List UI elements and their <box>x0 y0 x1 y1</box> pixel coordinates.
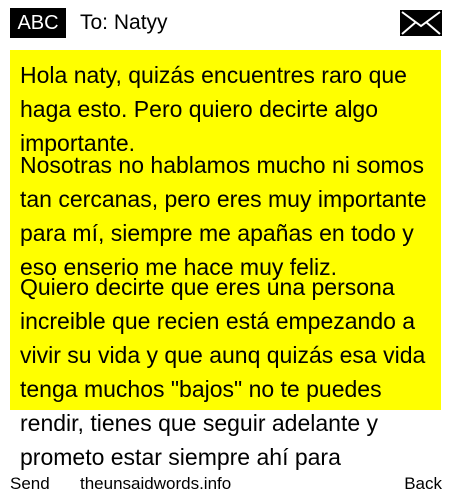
send-softkey[interactable]: Send <box>10 472 50 496</box>
to-label: To: <box>80 11 109 34</box>
site-watermark: theunsaidwords.info <box>80 474 232 493</box>
message-header: ABC To: Natyy <box>0 0 450 44</box>
recipient-name: Natyy <box>113 11 168 34</box>
back-softkey[interactable]: Back <box>404 472 442 496</box>
recipient-line[interactable]: To: Natyy <box>80 8 168 38</box>
message-paragraph-3: Quiero decirte que eres una persona incr… <box>20 274 426 470</box>
softkey-bar: Send theunsaidwords.info Back <box>0 472 450 500</box>
input-mode-badge[interactable]: ABC <box>10 8 66 38</box>
message-body[interactable]: Hola naty, quizás encuentres raro que ha… <box>20 58 430 474</box>
phone-screen: ABC To: Natyy Hola naty, quizás encuentr… <box>0 0 450 500</box>
message-paragraph-2: Nosotras no hablamos mucho ni somos tan … <box>20 152 427 280</box>
message-paragraph-1: Hola naty, quizás encuentres raro que ha… <box>20 62 407 156</box>
envelope-icon <box>400 10 442 36</box>
